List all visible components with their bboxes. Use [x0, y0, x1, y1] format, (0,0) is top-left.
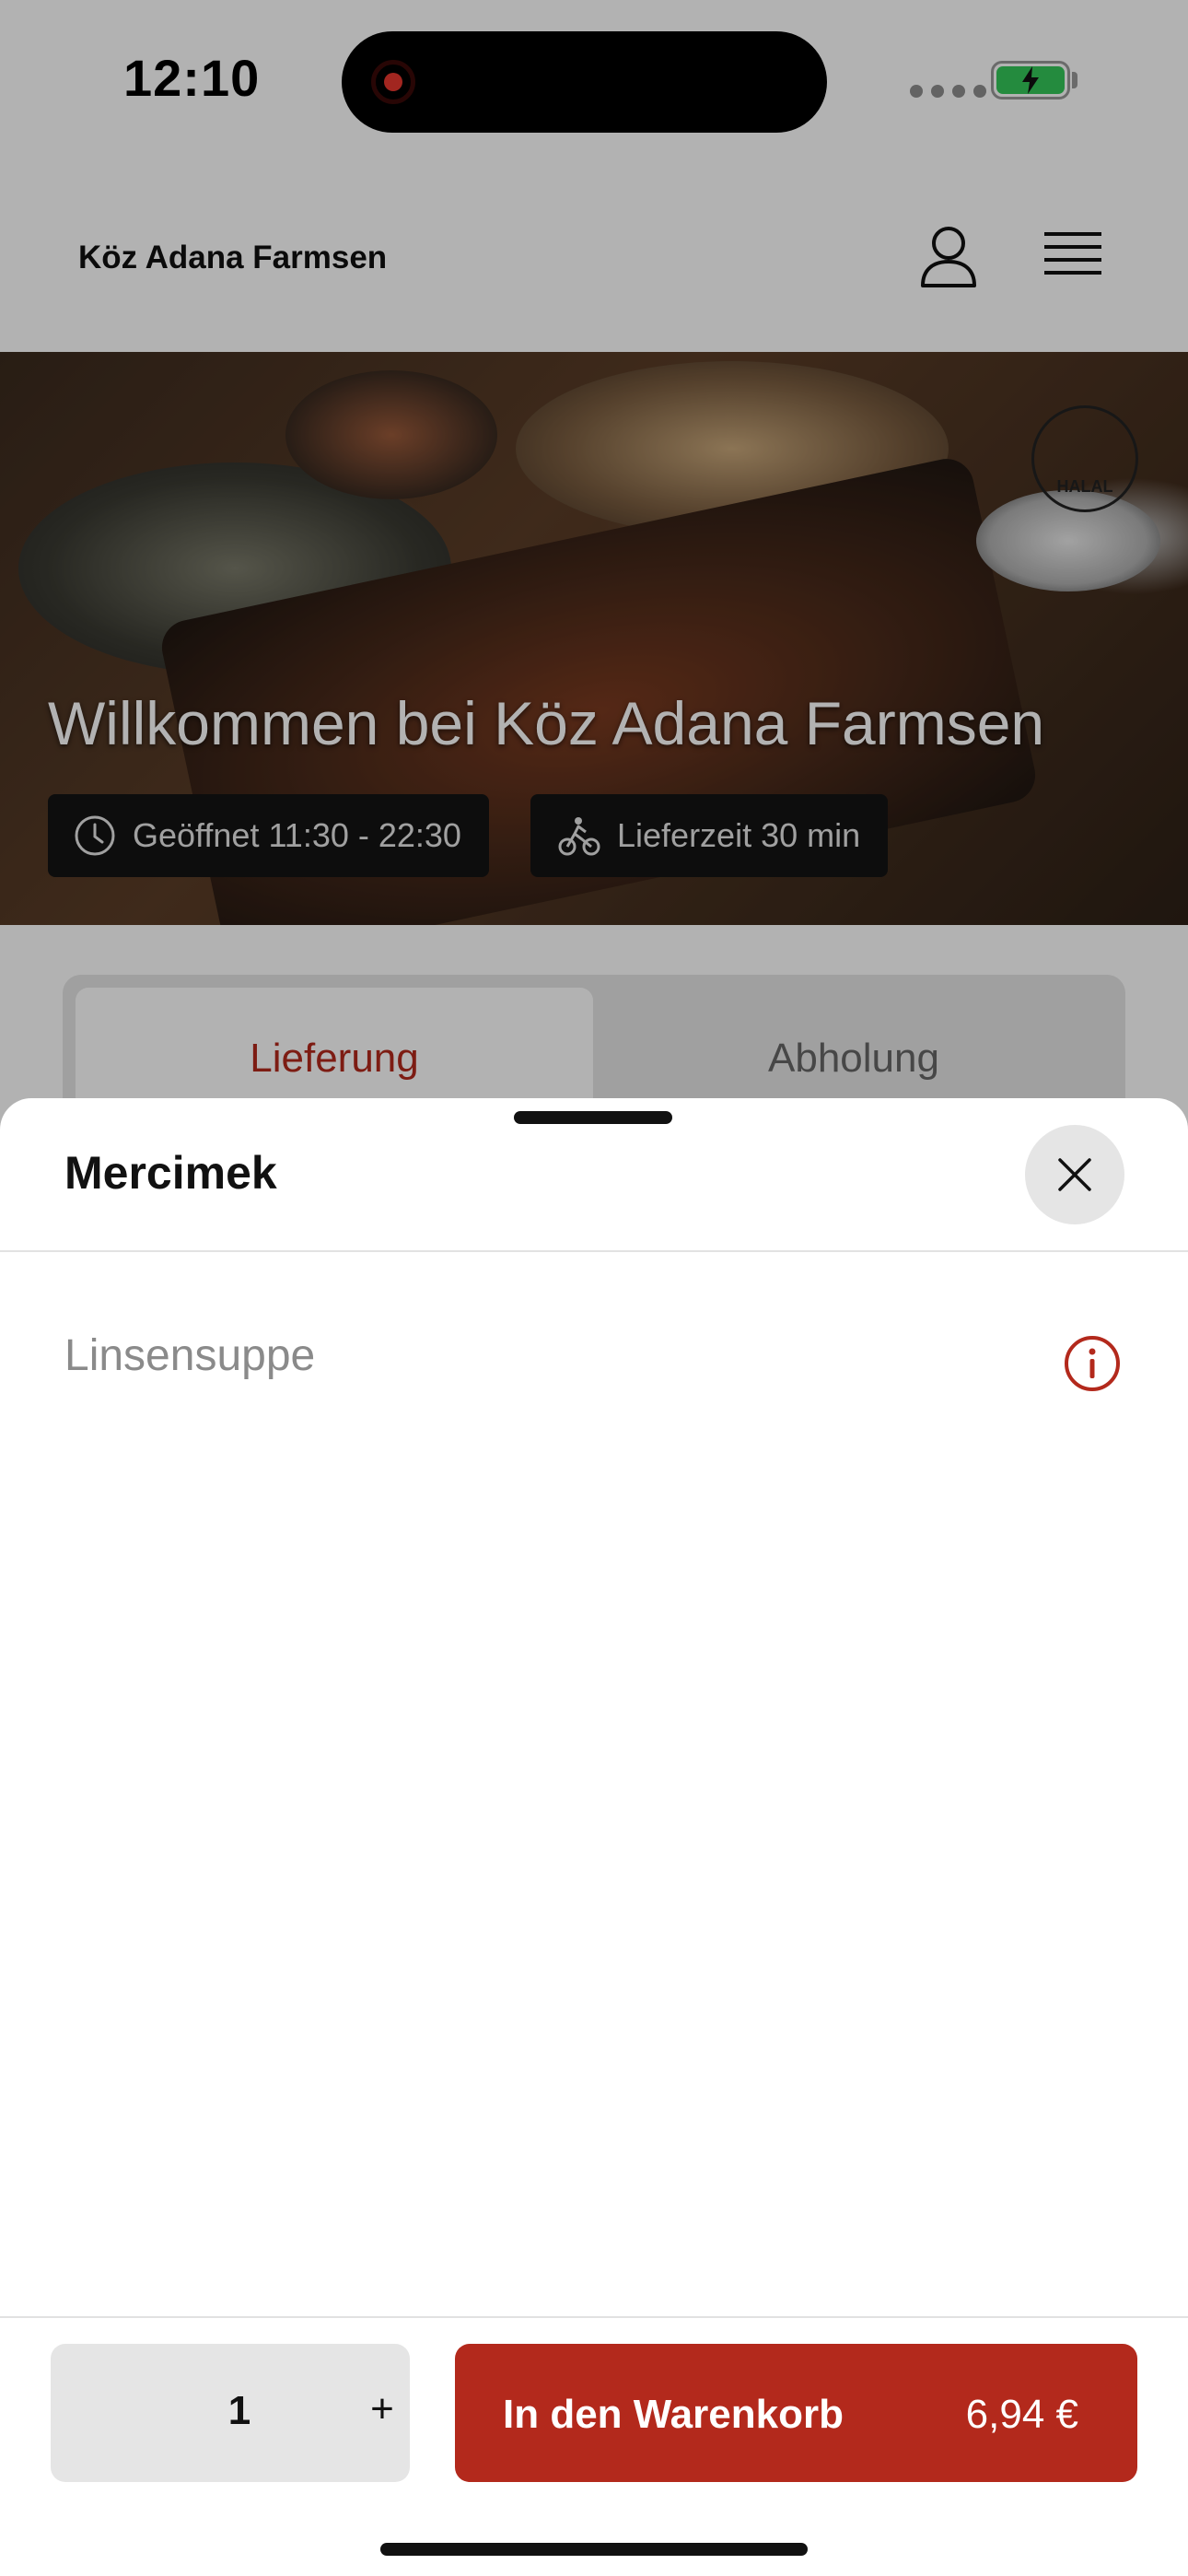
quantity-stepper: 1 +	[51, 2344, 410, 2482]
product-sheet: Mercimek Linsensuppe 1 + In den Warenkor…	[0, 1098, 1188, 2576]
close-icon	[1058, 1158, 1091, 1191]
modal-backdrop[interactable]	[0, 0, 1188, 1133]
divider	[0, 1250, 1188, 1252]
quantity-value: 1	[227, 2388, 251, 2433]
info-icon[interactable]	[1063, 1334, 1122, 1393]
add-to-cart-label: In den Warenkorb	[503, 2392, 844, 2437]
product-price: 6,94 €	[965, 2392, 1078, 2437]
product-title: Mercimek	[64, 1147, 277, 1199]
close-button[interactable]	[1025, 1125, 1124, 1224]
home-indicator[interactable]	[380, 2543, 808, 2556]
quantity-increase-button[interactable]: +	[364, 2386, 401, 2432]
background-page: 12:10 Köz Adana Farmsen HALAL Willkommen…	[0, 0, 1188, 1133]
product-description: Linsensuppe	[64, 1331, 316, 1380]
footer-divider	[0, 2316, 1188, 2318]
sheet-grabber[interactable]	[514, 1111, 672, 1124]
add-to-cart-button[interactable]: In den Warenkorb 6,94 €	[455, 2344, 1137, 2482]
